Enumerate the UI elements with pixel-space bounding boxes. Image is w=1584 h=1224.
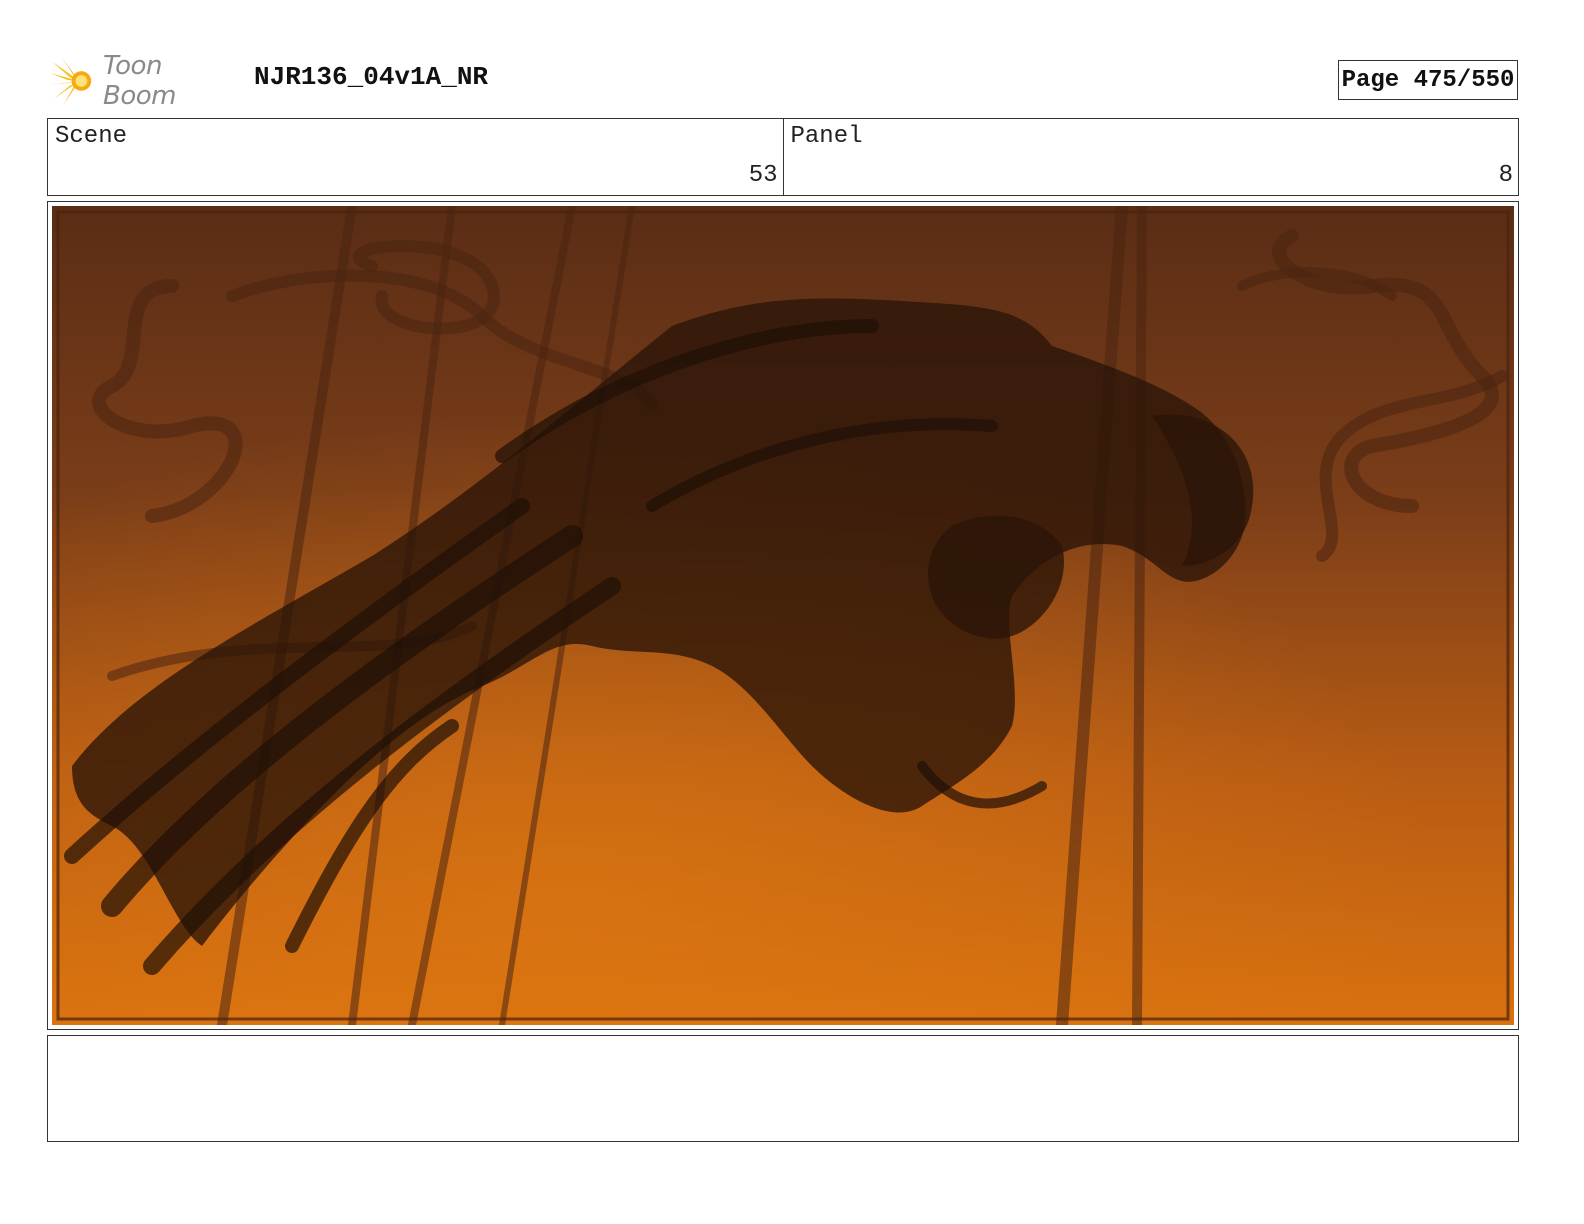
toon-boom-logo: Toon Boom: [50, 51, 240, 111]
scene-panel-info: Scene 53 Panel 8: [47, 118, 1519, 196]
storyboard-panel-frame: [47, 201, 1519, 1030]
scene-number: 53: [748, 162, 778, 189]
starburst-logo-icon: [50, 57, 92, 105]
scene-label: Scene: [55, 123, 128, 150]
scene-cell: Scene 53: [48, 119, 783, 195]
panel-notes-box: [47, 1035, 1519, 1142]
panel-number: 8: [1498, 162, 1513, 189]
panel-cell: Panel 8: [782, 119, 1519, 195]
page-indicator: Page 475/550: [1338, 60, 1518, 100]
document-title: NJR136_04v1A_NR: [254, 62, 489, 92]
panel-label: Panel: [790, 123, 863, 150]
logo-wordmark: Toon Boom: [102, 51, 176, 111]
storyboard-sketch-image: [52, 206, 1514, 1025]
